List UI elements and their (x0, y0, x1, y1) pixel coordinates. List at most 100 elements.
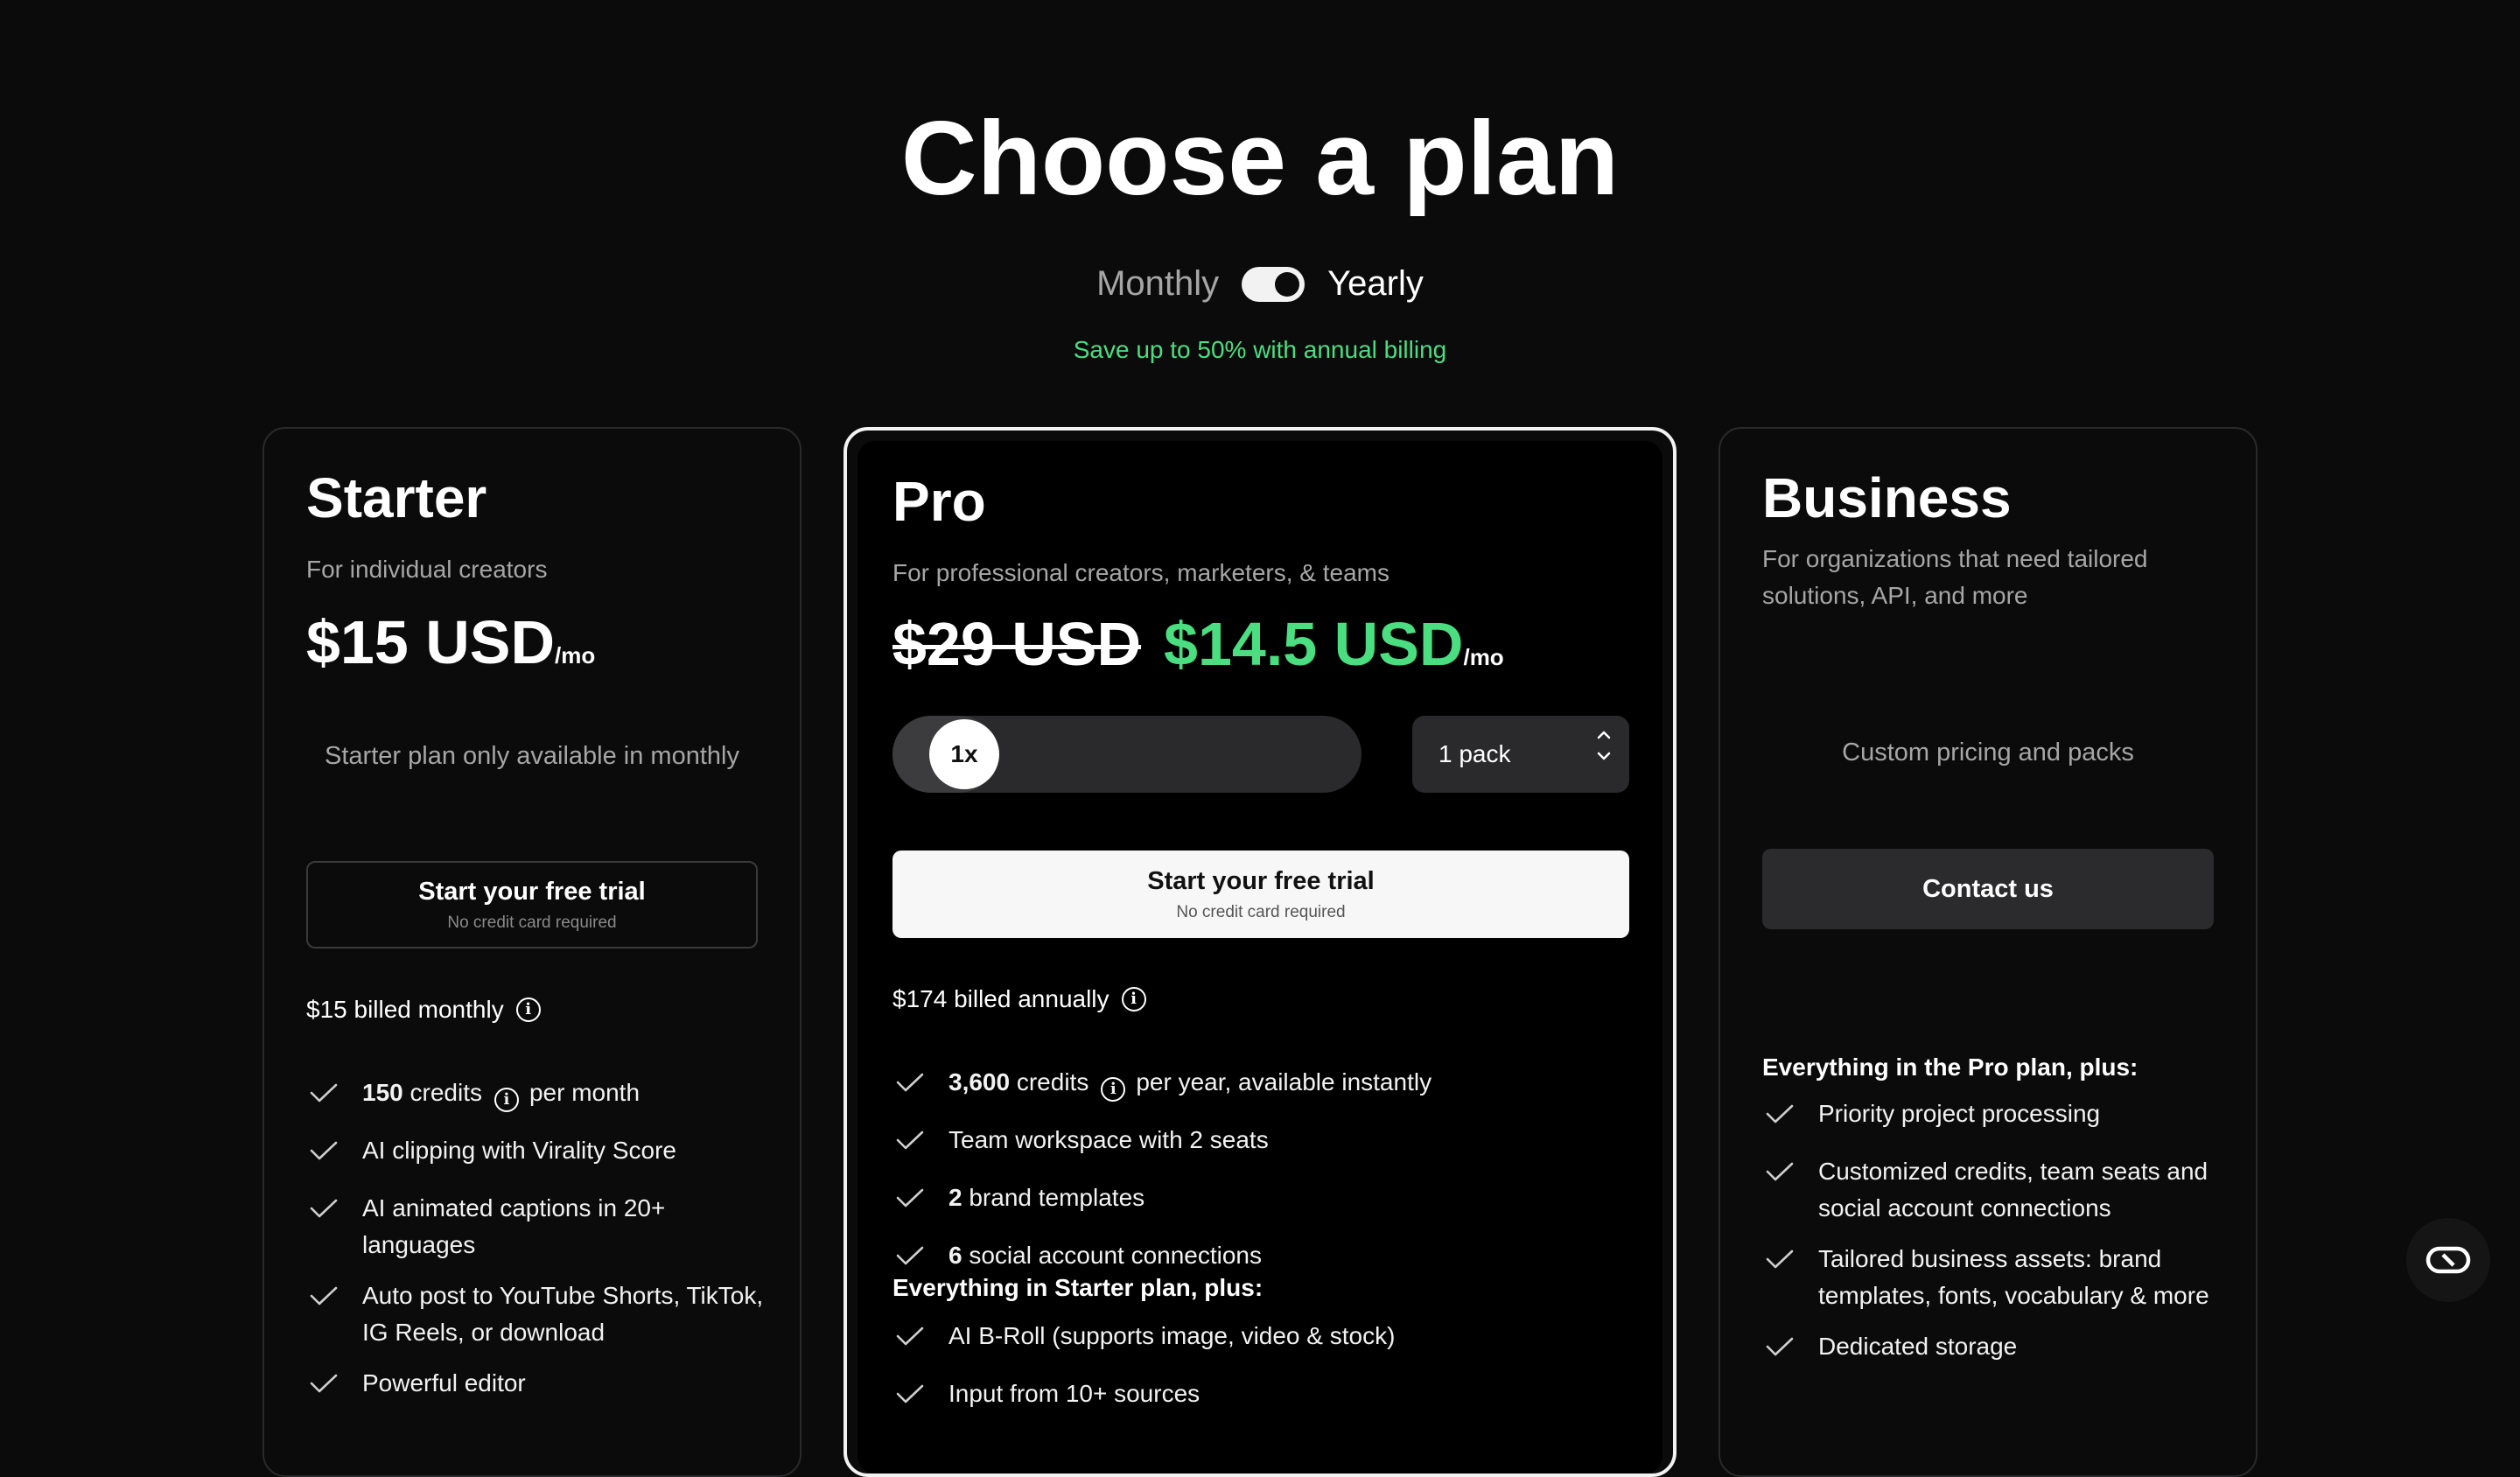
start-free-trial-button[interactable]: Start your free trial No credit card req… (306, 861, 758, 948)
feature-item: AI animated captions in 20+ languages (306, 1190, 779, 1264)
button-label: Start your free trial (418, 877, 646, 906)
feature-label: Input from 10+ sources (948, 1380, 1200, 1407)
plus-heading: Everything in Starter plan, plus: (892, 1274, 1264, 1301)
feature-item: 3,600 credits i per year, available instan… (892, 1064, 1645, 1108)
feature-item: Customized credits, team seats and socia… (1762, 1153, 2235, 1227)
check-icon (892, 1183, 928, 1223)
billed-text: $174 billed annually (892, 985, 1110, 1012)
feature-text: 2 brand templates (948, 1180, 1144, 1216)
feature-text: Powerful editor (362, 1365, 526, 1402)
price-period: /mo (555, 642, 596, 668)
button-sublabel: No credit card required (447, 913, 617, 932)
feature-label: credits (402, 1079, 482, 1106)
feature-label: AI clipping with Virality Score (362, 1137, 676, 1164)
billed-text: $15 billed monthly (306, 996, 504, 1023)
check-icon (306, 1368, 341, 1409)
feature-item: Input from 10+ sources (892, 1376, 1645, 1419)
info-icon[interactable]: i (1121, 987, 1146, 1012)
plan-subtitle: For individual creators (306, 556, 548, 583)
check-icon (1762, 1157, 1797, 1197)
plan-subtitle: For organizations that need tailored sol… (1762, 545, 2148, 609)
feature-item: Powerful editor (306, 1365, 779, 1409)
feature-value: 2 (948, 1184, 962, 1211)
plan-card-starter: Starter For individual creators $15 USD/… (262, 427, 802, 1477)
feature-item: Priority project processing (1762, 1096, 2235, 1139)
check-icon (892, 1125, 928, 1166)
pricing-note: Custom pricing and packs (1842, 738, 2134, 766)
feature-text: Tailored business assets: brand template… (1818, 1241, 2235, 1314)
check-icon (306, 1078, 341, 1118)
chat-launcher-button[interactable] (2406, 1218, 2490, 1302)
feature-item: Team workspace with 2 seats (892, 1122, 1645, 1166)
plan-name: Starter (306, 466, 487, 529)
check-icon (892, 1379, 928, 1419)
chevron-down-icon[interactable] (1596, 751, 1612, 761)
check-icon (1762, 1099, 1797, 1139)
feature-suffix: per year, available instantly (1136, 1068, 1432, 1096)
check-icon (306, 1136, 341, 1176)
start-free-trial-button[interactable]: Start your free trial No credit card req… (892, 850, 1629, 938)
feature-text: Auto post to YouTube Shorts, TikTok, IG … (362, 1278, 779, 1351)
billing-summary: $174 billed annually i (892, 985, 1146, 1013)
feature-label: Team workspace with 2 seats (948, 1126, 1269, 1153)
feature-label: Priority project processing (1818, 1100, 2101, 1127)
check-icon (306, 1281, 341, 1321)
feature-item: Auto post to YouTube Shorts, TikTok, IG … (306, 1278, 779, 1351)
check-icon (1762, 1332, 1797, 1372)
feature-text: 150 credits i per month (362, 1074, 640, 1112)
feature-text: Dedicated storage (1818, 1328, 2017, 1365)
feature-item: 150 credits i per month (306, 1074, 779, 1118)
contact-us-button[interactable]: Contact us (1762, 849, 2214, 929)
plus-feature-list: AI B-Roll (supports image, video & stock… (892, 1318, 1645, 1433)
feature-text: 6 social account connections (948, 1237, 1262, 1274)
check-icon (892, 1068, 928, 1108)
plan-card-pro: Pro For professional creators, marketers… (844, 427, 1676, 1477)
availability-note: Starter plan only available in monthly (325, 742, 739, 770)
slider-handle[interactable]: 1x (929, 719, 999, 789)
button-label: Contact us (1922, 874, 2054, 903)
plan-price: $29 USD $14.5 USD/mo (892, 609, 1504, 679)
billing-period-toggle[interactable] (1242, 266, 1306, 302)
feature-suffix: per month (528, 1079, 640, 1106)
feature-label: Dedicated storage (1818, 1333, 2018, 1360)
feature-text: AI animated captions in 20+ languages (362, 1190, 779, 1264)
button-label: Start your free trial (1147, 866, 1375, 895)
check-icon (892, 1321, 928, 1362)
page-title: Choose a plan (900, 100, 1620, 217)
feature-label: AI animated captions in 20+ languages (362, 1194, 666, 1258)
feature-text: AI B-Roll (supports image, video & stock… (948, 1318, 1395, 1354)
billing-monthly-label[interactable]: Monthly (1096, 264, 1219, 304)
feature-text: Customized credits, team seats and socia… (1818, 1153, 2235, 1227)
info-icon[interactable]: i (515, 998, 541, 1022)
info-icon[interactable]: i (1101, 1077, 1126, 1102)
toggle-knob (1275, 271, 1300, 297)
plan-subtitle: For professional creators, marketers, & … (892, 559, 1390, 586)
billing-toggle-group: Monthly Yearly (0, 264, 2520, 304)
feature-item: AI clipping with Virality Score (306, 1132, 779, 1176)
discounted-price: $14.5 USD (1164, 610, 1464, 678)
credit-multiplier-slider[interactable]: 1x (892, 716, 1362, 793)
feature-item: Dedicated storage (1762, 1328, 2235, 1372)
pack-value: 1 pack (1438, 740, 1511, 767)
chevron-up-icon[interactable] (1596, 730, 1612, 740)
plan-name: Business (1762, 466, 2012, 529)
plus-heading: Everything in the Pro plan, plus: (1762, 1054, 2138, 1081)
price-period: /mo (1463, 644, 1504, 670)
pack-count-stepper[interactable]: 1 pack (1412, 716, 1629, 793)
billing-yearly-label[interactable]: Yearly (1327, 264, 1424, 304)
feature-value: 6 (948, 1242, 962, 1269)
feature-label: social account connections (962, 1242, 1263, 1269)
feature-item: AI B-Roll (supports image, video & stock… (892, 1318, 1645, 1362)
feature-item: 2 brand templates (892, 1180, 1645, 1223)
billing-summary: $15 billed monthly i (306, 996, 541, 1024)
info-icon[interactable]: i (494, 1088, 519, 1112)
annual-savings-note: Save up to 50% with annual billing (1073, 336, 1447, 363)
feature-text: 3,600 credits i per year, available instan… (948, 1064, 1432, 1102)
check-icon (306, 1194, 341, 1234)
chat-bubble-icon (2426, 1246, 2471, 1274)
plan-card-business: Business For organizations that need tai… (1718, 427, 2258, 1477)
feature-label: credits (1010, 1068, 1089, 1096)
button-sublabel: No credit card required (1176, 902, 1346, 921)
plan-name: Pro (892, 470, 986, 533)
feature-list: Priority project processing Customized cr… (1762, 1096, 2235, 1386)
